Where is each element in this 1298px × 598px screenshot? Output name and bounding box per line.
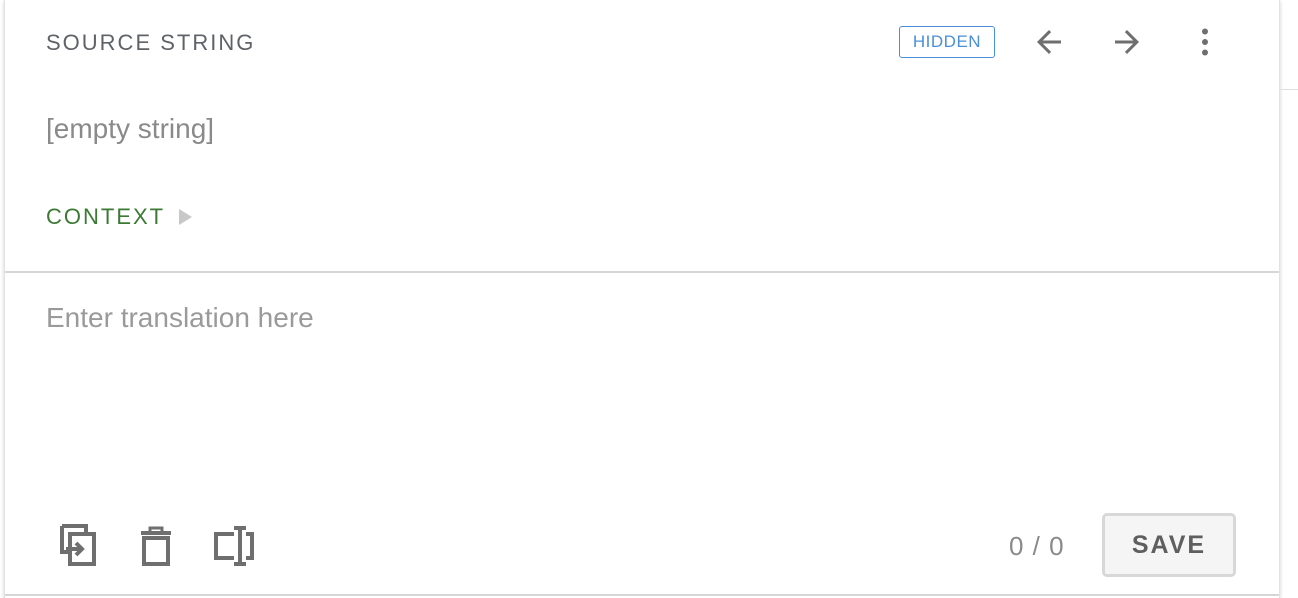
source-string-label: SOURCE STRING — [46, 30, 256, 55]
clear-translation-button[interactable] — [132, 522, 180, 570]
trash-icon — [141, 526, 171, 566]
context-label: CONTEXT — [46, 204, 166, 229]
previous-string-button[interactable] — [1027, 20, 1071, 64]
adjacent-panel-divider — [1279, 89, 1298, 90]
copy-source-button[interactable] — [54, 522, 102, 570]
triangle-right-icon — [179, 209, 193, 225]
page: SOURCE STRING HIDDEN [empty string] CONT… — [0, 0, 1298, 598]
copy-source-icon — [60, 524, 96, 566]
character-counter: 0 / 0 — [1009, 531, 1065, 561]
arrow-left-icon — [1037, 30, 1061, 54]
section-divider — [5, 271, 1279, 273]
more-vertical-icon — [1202, 28, 1208, 56]
translation-editor-card: SOURCE STRING HIDDEN [empty string] CONT… — [4, 0, 1280, 598]
next-string-button[interactable] — [1105, 20, 1149, 64]
context-toggle[interactable]: CONTEXT — [46, 204, 193, 230]
more-options-button[interactable] — [1183, 20, 1227, 64]
editor-header: SOURCE STRING HIDDEN — [5, 0, 1279, 84]
hidden-badge: HIDDEN — [899, 26, 995, 58]
save-button[interactable]: SAVE — [1102, 513, 1236, 577]
arrow-right-icon — [1115, 30, 1139, 54]
insert-placeholder-button[interactable] — [210, 522, 258, 570]
bottom-divider — [5, 594, 1279, 596]
translation-input[interactable] — [35, 290, 1245, 490]
insert-placeholder-icon — [214, 526, 254, 566]
source-string-text: [empty string] — [46, 113, 215, 144]
